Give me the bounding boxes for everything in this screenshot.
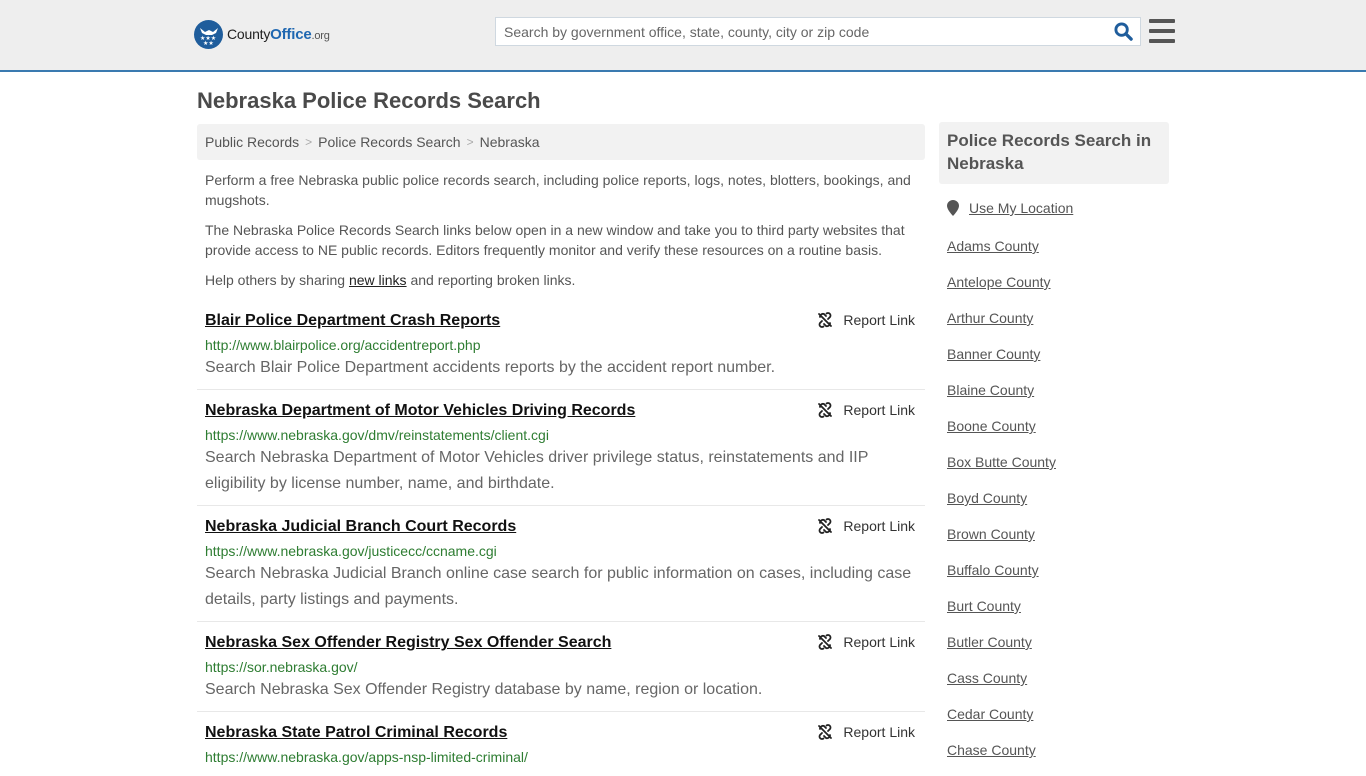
broken-link-icon — [818, 518, 833, 534]
county-item: Butler County — [947, 632, 1056, 668]
county-item: Boyd County — [947, 488, 1056, 524]
county-link[interactable]: Arthur County — [947, 310, 1033, 326]
county-item: Buffalo County — [947, 560, 1056, 596]
result-description: Search Nebraska Sex Offender Registry da… — [205, 681, 763, 698]
help-paragraph: Help others by sharing new links and rep… — [205, 272, 576, 288]
breadcrumb-public-records[interactable]: Public Records — [205, 134, 299, 150]
result-item: Nebraska Department of Motor Vehicles Dr… — [197, 390, 925, 506]
result-title-link[interactable]: Nebraska State Patrol Criminal Records — [205, 722, 507, 744]
county-link[interactable]: Burt County — [947, 598, 1021, 614]
county-link[interactable]: Cass County — [947, 670, 1027, 686]
hamburger-menu-icon[interactable] — [1149, 19, 1175, 43]
county-item: Chase County — [947, 740, 1056, 776]
eagle-stars-logo-icon: ★★★ ★★ — [194, 20, 223, 49]
report-link-button[interactable]: Report Link — [817, 634, 915, 650]
use-my-location: Use My Location — [947, 200, 1073, 216]
site-logo[interactable]: ★★★ ★★ CountyOffice.org — [194, 20, 330, 49]
breadcrumb-nebraska[interactable]: Nebraska — [480, 134, 540, 150]
result-url-link[interactable]: https://sor.nebraska.gov/ — [205, 657, 917, 677]
county-link[interactable]: Banner County — [947, 346, 1040, 362]
search-icon — [1113, 22, 1133, 41]
intro-paragraph: Perform a free Nebraska public police re… — [205, 172, 911, 208]
county-item: Cass County — [947, 668, 1056, 704]
breadcrumb-separator-icon: > — [305, 135, 313, 149]
sidebar-heading: Police Records Search in Nebraska — [939, 122, 1169, 184]
report-link-button[interactable]: Report Link — [817, 724, 915, 740]
result-url-link[interactable]: https://www.nebraska.gov/dmv/reinstateme… — [205, 425, 917, 445]
result-description: Search Nebraska Judicial Branch online c… — [205, 565, 912, 608]
result-description: Search Nebraska Department of Motor Vehi… — [205, 449, 869, 492]
county-item: Burt County — [947, 596, 1056, 632]
broken-link-icon — [818, 312, 833, 328]
breadcrumb-separator-icon: > — [466, 135, 474, 149]
breadcrumb: Public Records > Police Records Search >… — [197, 124, 925, 160]
broken-link-icon — [818, 724, 833, 740]
county-link[interactable]: Cedar County — [947, 706, 1033, 722]
result-title-link[interactable]: Nebraska Judicial Branch Court Records — [205, 516, 516, 538]
county-item: Banner County — [947, 344, 1056, 380]
result-item: Blair Police Department Crash Reports ht… — [197, 300, 925, 390]
county-link[interactable]: Buffalo County — [947, 562, 1039, 578]
result-title-link[interactable]: Nebraska Sex Offender Registry Sex Offen… — [205, 632, 611, 654]
county-item: Boone County — [947, 416, 1056, 452]
result-title-link[interactable]: Nebraska Department of Motor Vehicles Dr… — [205, 400, 635, 422]
svg-text:★★: ★★ — [203, 40, 214, 45]
result-url-link[interactable]: http://www.blairpolice.org/accidentrepor… — [205, 335, 917, 355]
report-link-button[interactable]: Report Link — [817, 518, 915, 534]
county-item: Antelope County — [947, 272, 1056, 308]
county-link[interactable]: Antelope County — [947, 274, 1051, 290]
county-item: Adams County — [947, 236, 1056, 272]
result-description: Search Blair Police Department accidents… — [205, 359, 776, 376]
results-list: Blair Police Department Crash Reports ht… — [197, 300, 925, 775]
county-link[interactable]: Adams County — [947, 238, 1039, 254]
county-link[interactable]: Boyd County — [947, 490, 1027, 506]
search-button[interactable] — [1106, 18, 1140, 45]
county-link[interactable]: Boone County — [947, 418, 1036, 434]
result-url-link[interactable]: https://www.nebraska.gov/apps-nsp-limite… — [205, 747, 917, 767]
county-item: Blaine County — [947, 380, 1056, 416]
site-header: ★★★ ★★ CountyOffice.org — [0, 0, 1366, 72]
page-title: Nebraska Police Records Search — [197, 88, 541, 113]
county-list: Adams County Antelope County Arthur Coun… — [947, 236, 1056, 776]
county-item: Box Butte County — [947, 452, 1056, 488]
county-item: Cedar County — [947, 704, 1056, 740]
county-link[interactable]: Chase County — [947, 742, 1036, 758]
report-link-button[interactable]: Report Link — [817, 312, 915, 328]
new-links-link[interactable]: new links — [349, 272, 407, 288]
search-bar — [495, 17, 1141, 46]
report-link-button[interactable]: Report Link — [817, 402, 915, 418]
county-link[interactable]: Box Butte County — [947, 454, 1056, 470]
county-link[interactable]: Blaine County — [947, 382, 1034, 398]
result-item: Nebraska State Patrol Criminal Records h… — [197, 712, 925, 775]
disclaimer-paragraph: The Nebraska Police Records Search links… — [205, 222, 905, 258]
result-title-link[interactable]: Blair Police Department Crash Reports — [205, 310, 500, 332]
map-pin-icon — [947, 200, 959, 216]
search-input[interactable] — [496, 18, 1106, 45]
logo-wordmark: CountyOffice.org — [227, 26, 330, 43]
county-link[interactable]: Brown County — [947, 526, 1035, 542]
broken-link-icon — [818, 634, 833, 650]
county-item: Arthur County — [947, 308, 1056, 344]
use-my-location-link[interactable]: Use My Location — [969, 200, 1073, 216]
breadcrumb-police-records-search[interactable]: Police Records Search — [318, 134, 460, 150]
county-item: Brown County — [947, 524, 1056, 560]
result-item: Nebraska Judicial Branch Court Records h… — [197, 506, 925, 622]
result-url-link[interactable]: https://www.nebraska.gov/justicecc/ccnam… — [205, 541, 917, 561]
result-item: Nebraska Sex Offender Registry Sex Offen… — [197, 622, 925, 712]
county-link[interactable]: Butler County — [947, 634, 1032, 650]
broken-link-icon — [818, 402, 833, 418]
